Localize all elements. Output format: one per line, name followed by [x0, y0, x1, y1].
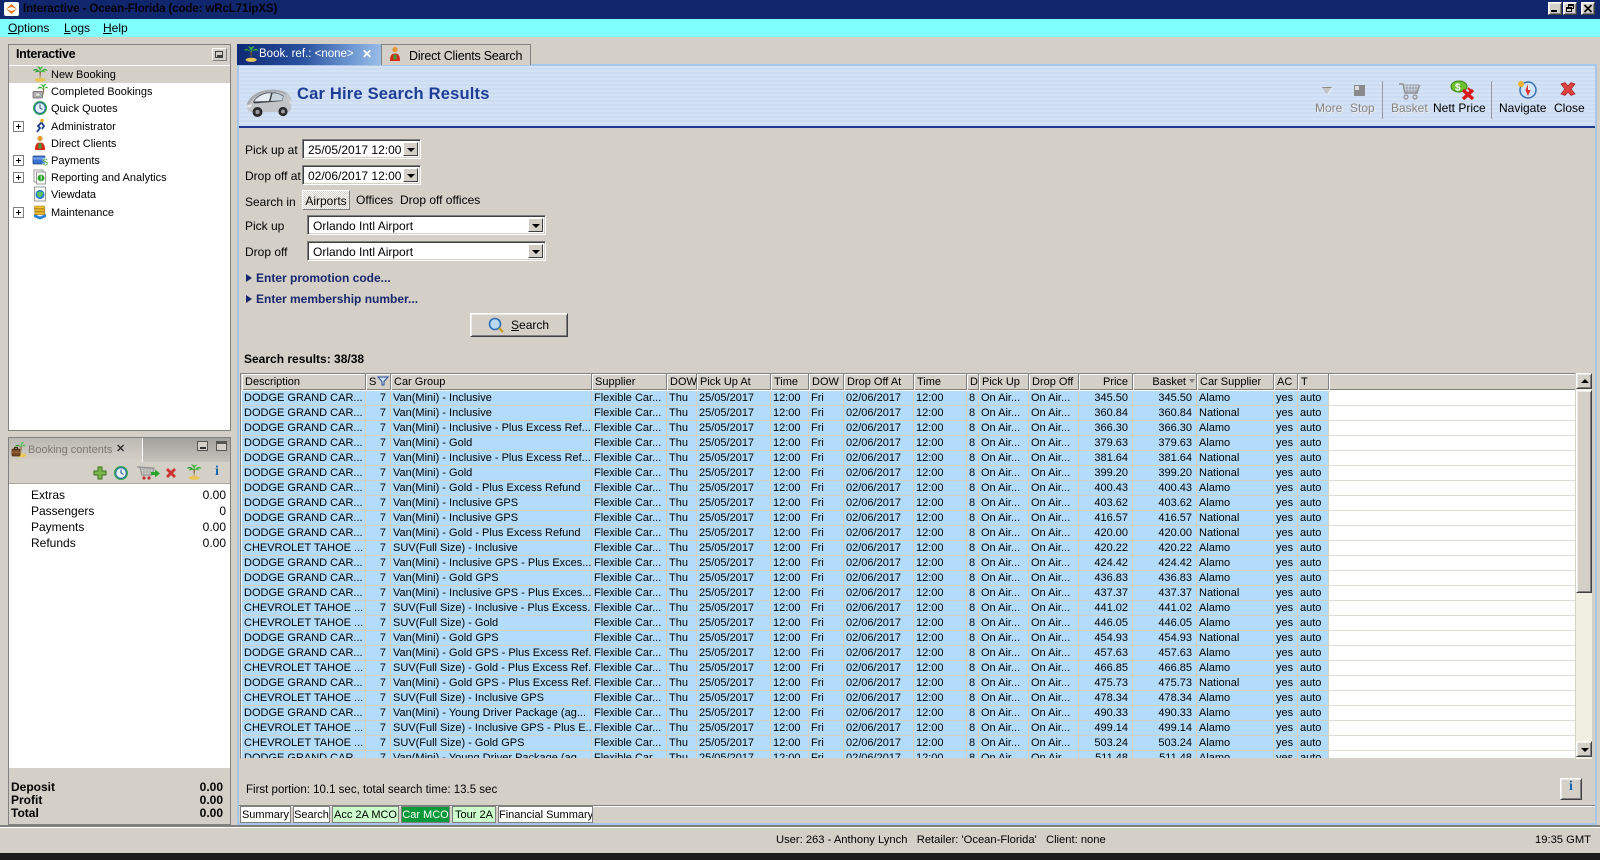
svg-text:!: !: [40, 176, 42, 183]
svg-text:$: $: [43, 158, 49, 169]
svg-text:$: $: [1455, 83, 1461, 94]
